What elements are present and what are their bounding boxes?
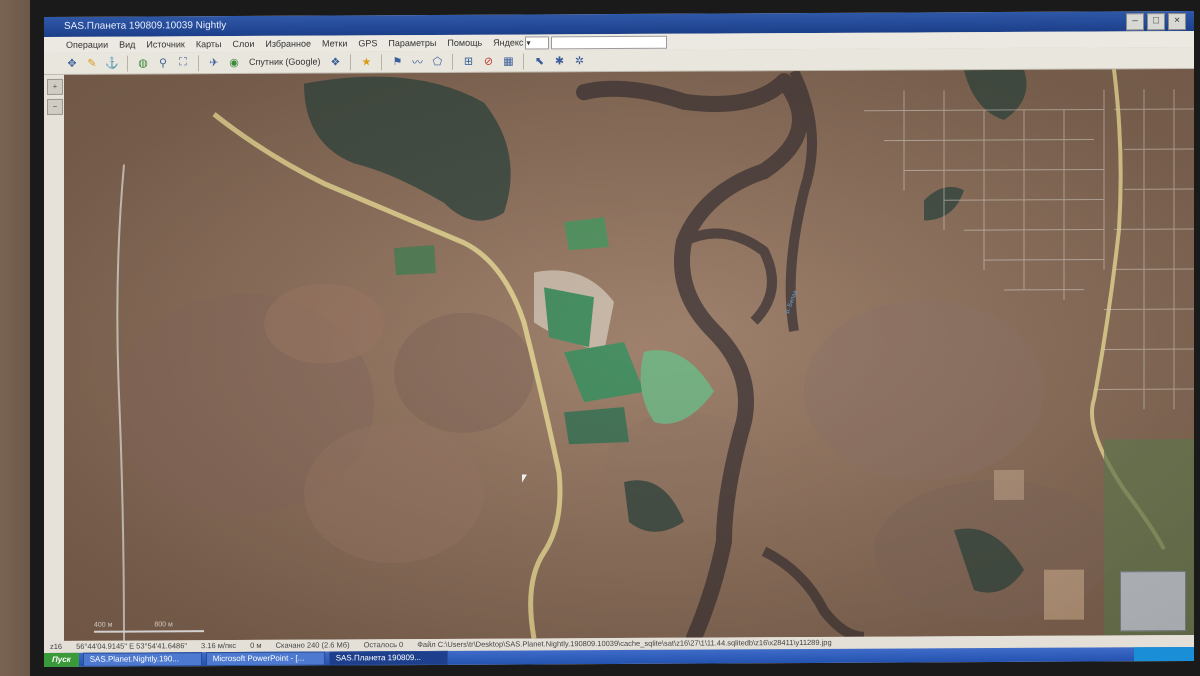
minimize-button[interactable]: – xyxy=(1126,13,1144,31)
mouse-cursor-icon xyxy=(522,474,527,483)
scale-right-label: 800 м xyxy=(154,621,173,629)
window-title: SAS.Планета 190809.10039 Nightly xyxy=(64,20,227,32)
desktop-screen: SAS.Планета 190809.10039 Nightly – □ × О… xyxy=(44,10,1194,668)
menu-maps[interactable]: Карты xyxy=(196,36,222,52)
maximize-button[interactable]: □ xyxy=(1147,13,1165,31)
search-input[interactable] xyxy=(551,35,668,49)
toolbar-separator xyxy=(198,54,199,71)
globe-icon[interactable]: ◍ xyxy=(135,55,151,71)
satellite-icon[interactable]: ✈ xyxy=(206,55,222,71)
placemark-icon[interactable]: ⚑ xyxy=(389,54,405,70)
fullscreen-icon[interactable]: ⛶ xyxy=(175,55,191,71)
map-layer-select[interactable]: Спутник (Google) xyxy=(246,55,323,70)
close-button[interactable]: × xyxy=(1168,13,1186,31)
move-icon[interactable]: ✥ xyxy=(64,55,80,71)
left-tool-strip: + − xyxy=(44,74,65,642)
toolbar-separator xyxy=(127,55,128,72)
toolbar-separator xyxy=(452,53,454,70)
status-distance: 0 м xyxy=(250,640,262,650)
map-view[interactable]: р. Белая 400 м 800 м xyxy=(64,68,1194,641)
pencil-icon[interactable]: ✎ xyxy=(84,55,100,71)
system-tray xyxy=(1134,646,1194,662)
gps-track-icon[interactable]: ✲ xyxy=(571,53,587,69)
search-box: Яндекс ▾ xyxy=(493,34,668,51)
scale-bar: 400 м 800 м xyxy=(94,621,204,633)
zoom-in-icon[interactable]: + xyxy=(47,78,63,95)
taskbar-item-powerpoint[interactable]: Microsoft PowerPoint - [... xyxy=(205,651,325,667)
menu-favorites[interactable]: Избранное xyxy=(265,36,311,52)
menu-gps[interactable]: GPS xyxy=(358,35,377,51)
status-scale: 3.16 м/пкс xyxy=(201,641,237,651)
menu-marks[interactable]: Метки xyxy=(322,35,347,51)
toolbar-separator xyxy=(381,53,383,70)
start-button[interactable]: Пуск xyxy=(44,652,79,668)
search-provider[interactable]: Яндекс xyxy=(493,35,523,51)
menu-source[interactable]: Источник xyxy=(146,36,184,52)
menu-operations[interactable]: Операции xyxy=(66,37,108,53)
search-provider-dropdown[interactable]: ▾ xyxy=(525,35,550,49)
scale-left-label: 400 м xyxy=(94,621,113,629)
delete-icon[interactable]: ⊘ xyxy=(480,53,496,69)
menu-settings[interactable]: Параметры xyxy=(388,35,436,51)
window-controls: – □ × xyxy=(1126,13,1186,31)
satellite-imagery xyxy=(64,68,1194,641)
status-remaining: Осталось 0 xyxy=(363,640,404,650)
status-downloaded: Скачано 240 (2.6 Мб) xyxy=(275,640,350,650)
map-source-icon[interactable]: ◉ xyxy=(226,54,242,70)
path-icon[interactable]: 〰 xyxy=(409,54,425,70)
star-icon[interactable]: ★ xyxy=(358,54,374,70)
gps-icon[interactable]: ✱ xyxy=(551,53,567,69)
status-coords: 56°44'04.9145" E 53°54'41.6486" xyxy=(76,641,188,651)
taskbar-item-sasplaneta[interactable]: SAS.Планета 190809... xyxy=(328,650,448,666)
taskbar-item-sasplanet-nightly[interactable]: SAS.Planet.Nightly.190... xyxy=(82,652,202,667)
layers-icon[interactable]: ❖ xyxy=(327,54,343,70)
grid-icon[interactable]: ▦ xyxy=(500,53,516,69)
zoom-out-icon[interactable]: − xyxy=(47,98,63,115)
toolbar-separator xyxy=(523,52,525,70)
anchor-icon[interactable]: ⚓ xyxy=(104,55,120,71)
ruler-icon[interactable]: ⊞ xyxy=(460,53,476,69)
menu-view[interactable]: Вид xyxy=(119,37,135,53)
overview-minimap[interactable] xyxy=(1120,571,1186,632)
menu-layers[interactable]: Слои xyxy=(232,36,254,52)
select-icon[interactable]: ⬉ xyxy=(531,53,547,69)
menu-help[interactable]: Помощь xyxy=(447,35,482,51)
zoom-icon[interactable]: ⚲ xyxy=(155,55,171,71)
status-zoom: z16 xyxy=(50,641,63,651)
polygon-icon[interactable]: ⬠ xyxy=(429,53,445,69)
toolbar-separator xyxy=(350,53,352,70)
